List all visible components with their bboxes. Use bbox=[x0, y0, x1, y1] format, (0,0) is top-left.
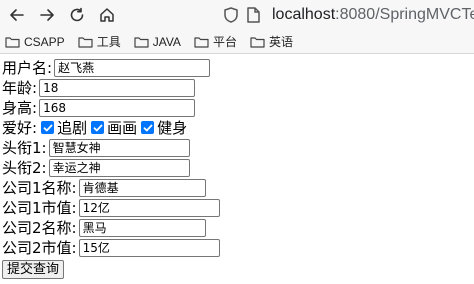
hobby-option-drama[interactable]: 追剧 bbox=[37, 119, 87, 137]
company1-value-row: 公司1市值: bbox=[2, 198, 474, 217]
company2-name-row: 公司2名称: bbox=[2, 218, 474, 237]
reload-icon bbox=[70, 7, 84, 22]
folder-icon bbox=[194, 36, 209, 48]
age-row: 年龄: bbox=[2, 78, 474, 97]
bookmark-folder-platform[interactable]: 平台 bbox=[194, 33, 237, 50]
height-row: 身高: bbox=[2, 98, 474, 117]
bookmark-label: JAVA bbox=[152, 34, 181, 49]
company1-value-input[interactable] bbox=[78, 198, 220, 217]
bookmark-label: 平台 bbox=[212, 35, 237, 49]
company1-name-label: 公司1名称: bbox=[2, 178, 77, 197]
title1-row: 头衔1: bbox=[2, 138, 474, 157]
checkmark-icon bbox=[143, 124, 152, 131]
title2-label: 头衔2: bbox=[2, 158, 47, 177]
company2-value-label: 公司2市值: bbox=[2, 238, 77, 257]
checkmark-icon bbox=[93, 124, 102, 131]
name-input[interactable] bbox=[54, 58, 211, 77]
checkbox-checked[interactable] bbox=[141, 121, 155, 134]
company1-name-row: 公司1名称: bbox=[2, 178, 474, 197]
submit-button[interactable]: 提交查询 bbox=[2, 260, 65, 279]
bookmarks-bar: CSAPP 工具 JAVA 平台 英语 bbox=[0, 30, 474, 54]
height-label: 身高: bbox=[2, 98, 38, 117]
company1-value-label: 公司1市值: bbox=[2, 198, 77, 217]
checkbox-checked[interactable] bbox=[91, 121, 105, 134]
arrow-right-icon bbox=[40, 9, 54, 21]
bookmark-folder-english[interactable]: 英语 bbox=[250, 33, 293, 50]
title1-label: 头衔1: bbox=[2, 138, 47, 157]
bookmark-label: 英语 bbox=[268, 35, 293, 49]
company2-value-row: 公司2市值: bbox=[2, 238, 474, 257]
company1-name-input[interactable] bbox=[78, 178, 206, 197]
bookmark-label: CSAPP bbox=[24, 34, 65, 49]
bookmark-folder-java[interactable]: JAVA bbox=[134, 35, 181, 49]
hobby-row: 爱好: 追剧 画画 健身 bbox=[2, 118, 474, 137]
shield-icon[interactable] bbox=[222, 4, 240, 26]
title2-input[interactable] bbox=[48, 158, 190, 177]
url-path: :8080/SpringMVCTest/ bbox=[335, 6, 474, 23]
company2-value-input[interactable] bbox=[78, 238, 220, 257]
form: 用户名: 年龄: 身高: 爱好: 追剧 画画 健身 头衔1: 头衔2: 公司1名… bbox=[0, 54, 474, 279]
home-button[interactable] bbox=[94, 2, 120, 28]
folder-icon bbox=[250, 36, 265, 48]
hobby-label: 爱好: bbox=[2, 118, 38, 137]
address-bar[interactable]: localhost:8080/SpringMVCTest/ bbox=[222, 2, 474, 28]
title1-input[interactable] bbox=[48, 138, 190, 157]
title2-row: 头衔2: bbox=[2, 158, 474, 177]
hobby-option-label: 画画 bbox=[107, 118, 138, 137]
forward-button[interactable] bbox=[34, 2, 60, 28]
bookmark-label: 工具 bbox=[96, 35, 121, 49]
hobby-option-label: 健身 bbox=[157, 118, 188, 137]
checkmark-icon bbox=[43, 124, 52, 131]
reload-button[interactable] bbox=[64, 2, 90, 28]
hobby-option-label: 追剧 bbox=[57, 118, 88, 137]
folder-icon bbox=[5, 36, 20, 48]
company2-name-input[interactable] bbox=[78, 218, 206, 237]
age-label: 年龄: bbox=[2, 78, 38, 97]
age-input[interactable] bbox=[39, 78, 196, 97]
folder-icon bbox=[78, 36, 93, 48]
url-text[interactable]: localhost:8080/SpringMVCTest/ bbox=[272, 6, 474, 24]
home-icon bbox=[100, 8, 114, 22]
hobby-option-painting[interactable]: 画画 bbox=[87, 119, 137, 137]
arrow-left-icon bbox=[10, 9, 24, 21]
url-host: localhost bbox=[272, 6, 336, 23]
checkbox-checked[interactable] bbox=[41, 121, 55, 134]
hobby-option-fitness[interactable]: 健身 bbox=[137, 119, 187, 137]
name-label: 用户名: bbox=[2, 58, 53, 77]
page-info-icon[interactable] bbox=[244, 4, 262, 26]
bookmark-folder-csapp[interactable]: CSAPP bbox=[5, 35, 65, 49]
folder-icon bbox=[134, 36, 149, 48]
height-input[interactable] bbox=[39, 98, 196, 117]
browser-toolbar: localhost:8080/SpringMVCTest/ bbox=[0, 0, 474, 30]
name-row: 用户名: bbox=[2, 58, 474, 77]
company2-name-label: 公司2名称: bbox=[2, 218, 77, 237]
bookmark-folder-tools[interactable]: 工具 bbox=[78, 33, 121, 50]
back-button[interactable] bbox=[4, 2, 30, 28]
